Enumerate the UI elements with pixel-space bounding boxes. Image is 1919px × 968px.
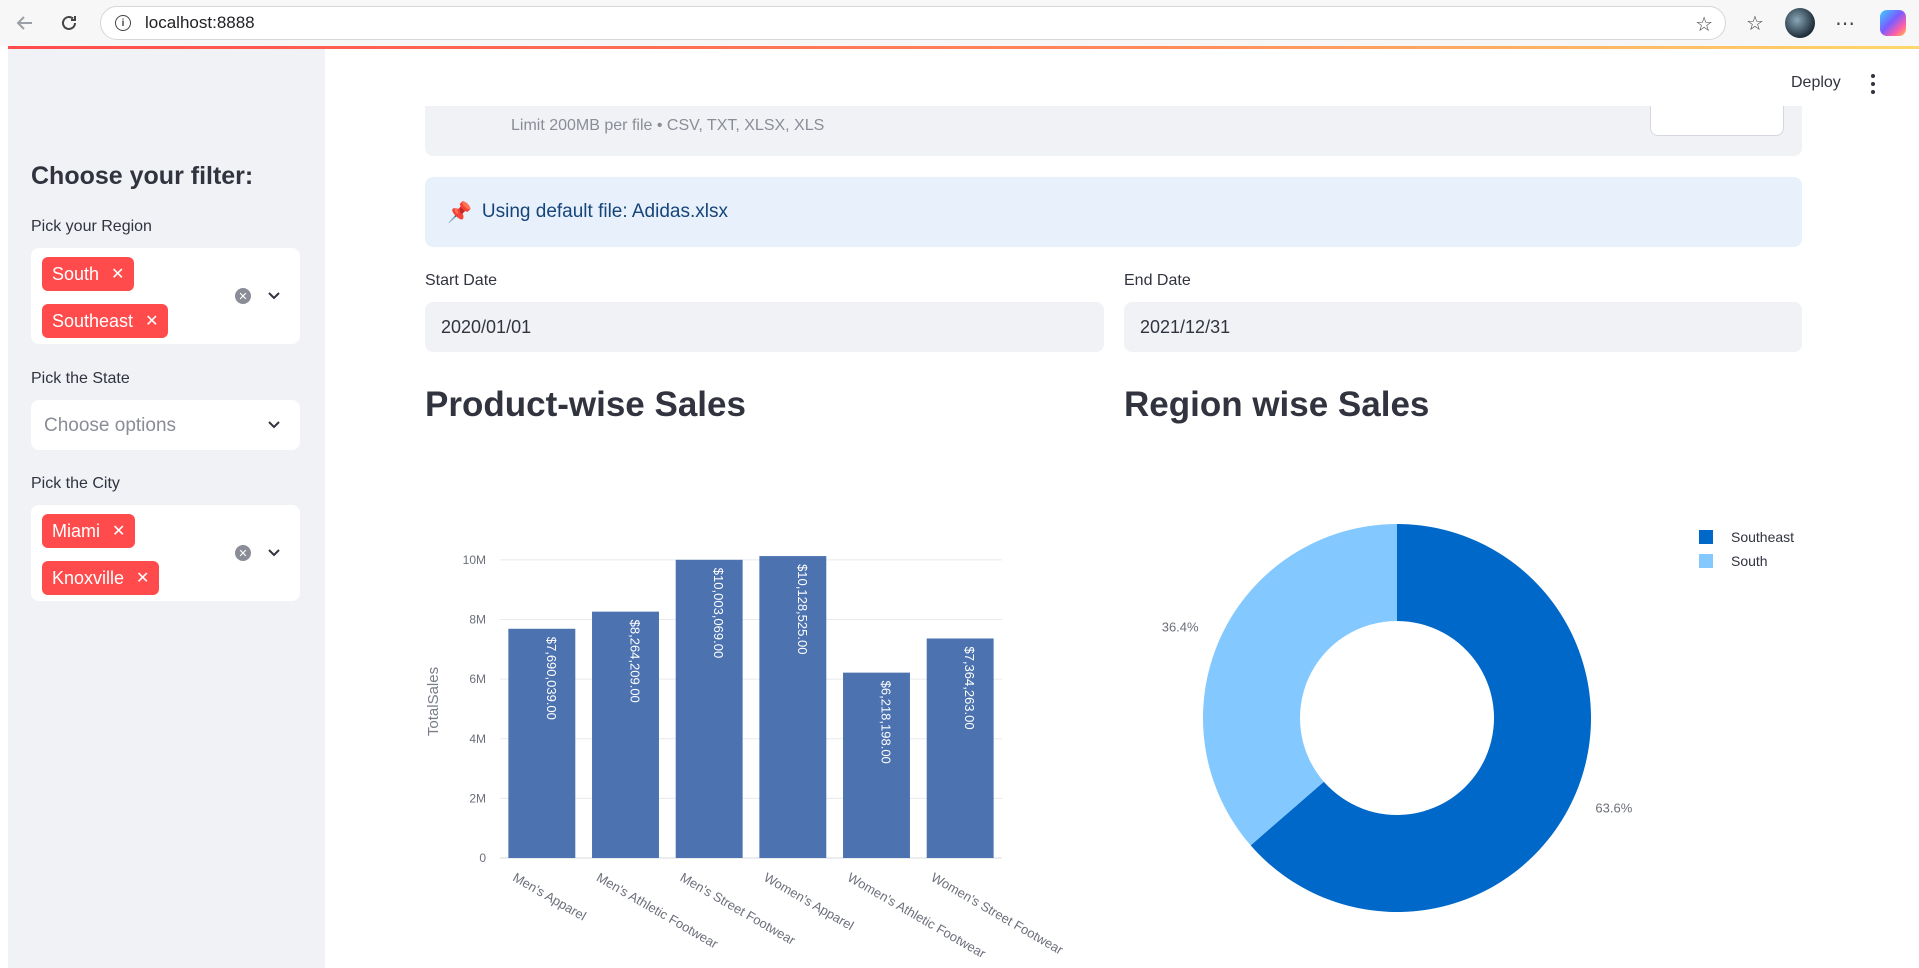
- region-chip-south[interactable]: South ✕: [42, 257, 135, 291]
- bar-value-label: $10,003,069.00: [711, 568, 726, 658]
- bar-value-label: $7,364,263.00: [962, 646, 977, 729]
- end-date-input[interactable]: 2021/12/31: [1124, 302, 1802, 352]
- browser-toolbar: i localhost:8888 ☆ ☆ ⋯: [0, 0, 1919, 46]
- main-menu-icon[interactable]: [1868, 74, 1878, 94]
- deploy-button[interactable]: Deploy: [1791, 74, 1841, 92]
- x-tick-label: Men's Apparel: [510, 870, 589, 924]
- info-alert: 📌 Using default file: Adidas.xlsx: [425, 177, 1802, 247]
- x-tick-label: Women's Street Footwear: [929, 870, 1067, 958]
- chevron-down-icon[interactable]: [265, 544, 283, 562]
- y-tick-label: 0: [479, 851, 486, 865]
- y-axis-label: TotalSales: [425, 667, 442, 736]
- file-uploader: Limit 200MB per file • CSV, TXT, XLSX, X…: [425, 106, 1802, 156]
- legend-swatch: [1699, 530, 1713, 544]
- remove-chip-icon[interactable]: ✕: [111, 264, 124, 284]
- region-chip-southeast[interactable]: Southeast ✕: [42, 304, 169, 338]
- start-date-label: Start Date: [425, 272, 498, 289]
- y-tick-label: 6M: [469, 672, 486, 686]
- bar: [759, 556, 827, 858]
- city-chip-knoxville[interactable]: Knoxville ✕: [42, 561, 160, 595]
- region-sales-chart: 63.6% 36.4% Southeast South: [1162, 524, 1794, 912]
- pushpin-icon: 📌: [447, 201, 472, 224]
- bar-value-label: $7,690,039.00: [544, 637, 559, 720]
- reload-icon[interactable]: [54, 8, 84, 38]
- x-tick-label: Women's Athletic Footwear: [845, 870, 989, 962]
- product-sales-title: Product-wise Sales: [425, 385, 746, 424]
- clear-all-icon[interactable]: ✕: [235, 288, 251, 304]
- chevron-down-icon[interactable]: [265, 416, 283, 434]
- bar: [926, 638, 994, 858]
- bar-value-label: $10,128,525.00: [795, 564, 810, 654]
- remove-chip-icon[interactable]: ✕: [112, 521, 125, 541]
- remove-chip-icon[interactable]: ✕: [145, 311, 158, 331]
- state-placeholder: Choose options: [44, 415, 177, 436]
- clear-all-icon[interactable]: ✕: [235, 545, 251, 561]
- y-tick-label: 2M: [469, 791, 486, 805]
- state-multiselect[interactable]: Choose options: [31, 400, 300, 450]
- city-multiselect[interactable]: Miami ✕ Knoxville ✕ ✕: [31, 505, 300, 601]
- favorites-icon[interactable]: ☆: [1740, 8, 1770, 38]
- address-url: localhost:8888: [145, 13, 255, 32]
- back-icon[interactable]: [10, 8, 40, 38]
- bar: [592, 611, 659, 858]
- sidebar-title: Choose your filter:: [31, 162, 254, 190]
- copilot-icon[interactable]: [1880, 10, 1906, 36]
- legend-label: Southeast: [1731, 529, 1794, 545]
- region-multiselect[interactable]: South ✕ Southeast ✕ ✕: [31, 248, 300, 344]
- region-label: Pick your Region: [31, 218, 152, 235]
- y-tick-label: 4M: [469, 732, 486, 746]
- pie-slice: [1203, 524, 1397, 846]
- sidebar: Choose your filter: Pick your Region Sou…: [8, 49, 325, 968]
- pie-percent-label: 36.4%: [1162, 620, 1199, 635]
- more-menu-icon[interactable]: ⋯: [1830, 8, 1860, 38]
- region-sales-title: Region wise Sales: [1124, 385, 1430, 424]
- chevron-down-icon[interactable]: [265, 287, 283, 305]
- bar-value-label: $6,218,198.00: [879, 681, 894, 764]
- pie-percent-label: 63.6%: [1595, 800, 1632, 815]
- legend-swatch: [1699, 554, 1713, 568]
- bar: [675, 559, 743, 858]
- bar-value-label: $8,264,209.00: [628, 620, 643, 703]
- browse-files-button[interactable]: [1650, 106, 1784, 136]
- end-date-label: End Date: [1124, 272, 1191, 289]
- start-date-input[interactable]: 2020/01/01: [425, 302, 1104, 352]
- y-tick-label: 10M: [463, 553, 486, 567]
- y-tick-label: 8M: [469, 613, 486, 627]
- legend-label: South: [1731, 553, 1768, 569]
- bar: [508, 628, 576, 858]
- city-chip-miami[interactable]: Miami ✕: [42, 514, 136, 548]
- address-bar[interactable]: i localhost:8888 ☆: [100, 6, 1726, 40]
- bar: [843, 672, 910, 858]
- city-label: Pick the City: [31, 475, 120, 492]
- favorite-star-icon[interactable]: ☆: [1695, 12, 1713, 37]
- state-label: Pick the State: [31, 370, 130, 387]
- site-info-icon[interactable]: i: [115, 15, 131, 31]
- remove-chip-icon[interactable]: ✕: [136, 568, 149, 588]
- profile-avatar[interactable]: [1785, 8, 1815, 38]
- info-text: Using default file: Adidas.xlsx: [481, 201, 728, 222]
- upload-limit-text: Limit 200MB per file • CSV, TXT, XLSX, X…: [511, 117, 825, 134]
- product-sales-chart: 0 2M 4M 6M 8M 10M TotalSales $7,690,039.00 Men's…: [425, 553, 1067, 962]
